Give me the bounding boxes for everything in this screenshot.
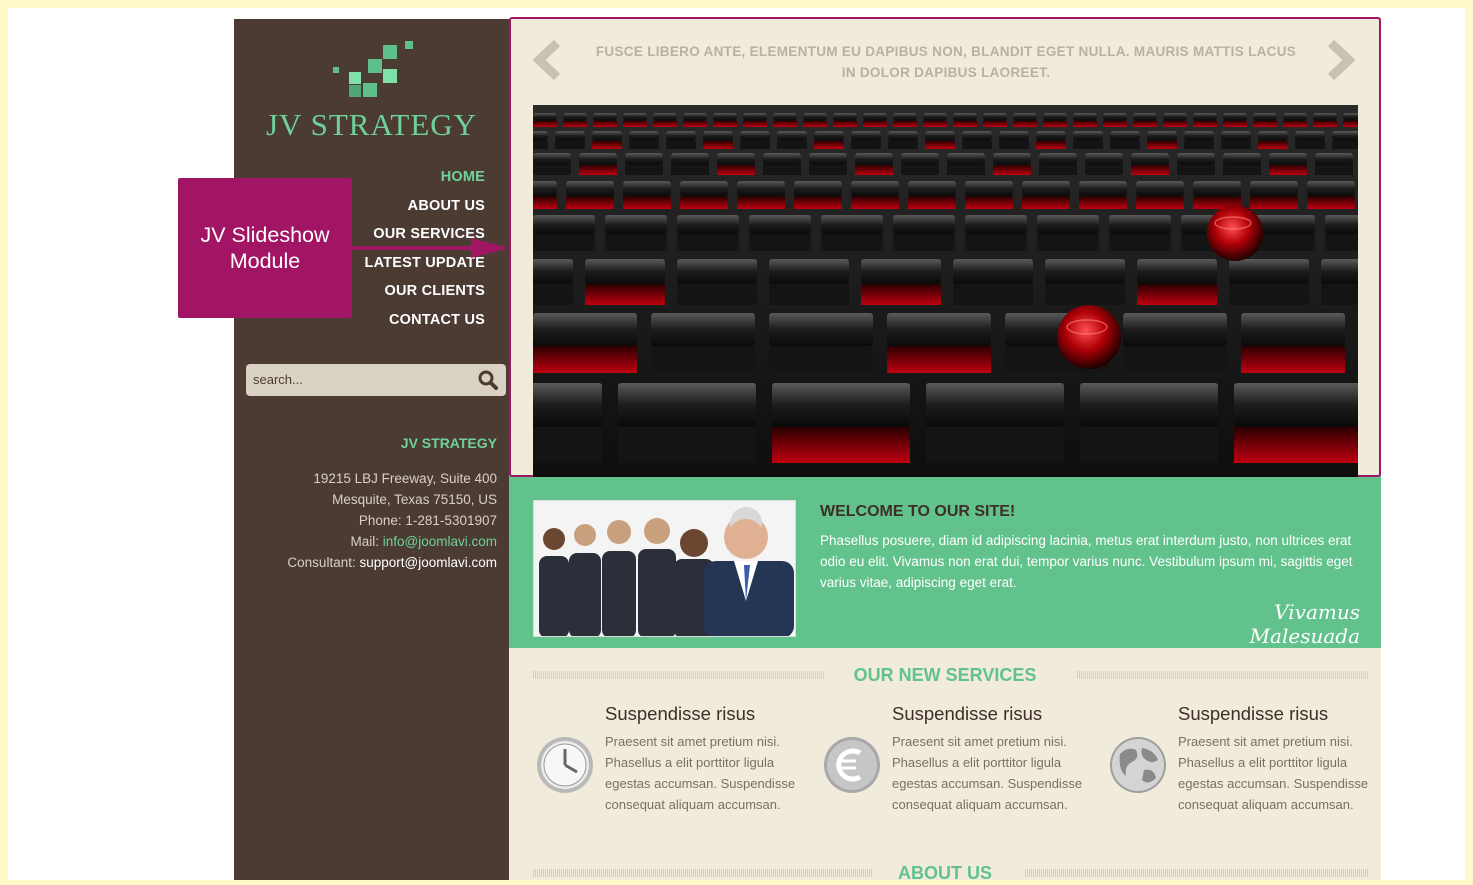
brand-logo-text[interactable]: JV STRATEGY [234, 107, 509, 143]
service-card: Suspendisse risus Praesent sit amet pret… [1106, 703, 1376, 843]
welcome-text: Phasellus posuere, diam id adipiscing la… [820, 533, 1353, 590]
logo-mark-icon[interactable] [331, 39, 415, 99]
contact-address-line-2: Mesquite, Texas 75150, US [332, 492, 497, 507]
service-title: Suspendisse risus [892, 703, 1043, 724]
team-photo [533, 500, 796, 637]
contact-phone: Phone: 1-281-5301907 [287, 510, 497, 531]
consultant-label: Consultant: [287, 555, 356, 570]
mail-label: Mail: [350, 534, 379, 549]
service-text: Praesent sit amet pretium nisi. Phasellu… [605, 734, 796, 812]
service-text: Praesent sit amet pretium nisi. Phasellu… [892, 734, 1083, 812]
heading-divider-right [1025, 869, 1369, 877]
service-title: Suspendisse risus [605, 703, 756, 724]
service-card: Suspendisse risus Praesent sit amet pret… [533, 703, 803, 843]
about-heading: ABOUT US [509, 861, 1381, 885]
contact-mail: Mail: info@joomlavi.com [287, 531, 497, 552]
nav-item-contact-us[interactable]: CONTACT US [365, 306, 485, 335]
callout-text: JV Slideshow Module [200, 223, 330, 273]
chevron-right-icon[interactable] [1323, 39, 1357, 81]
nav-item-home[interactable]: HOME [365, 163, 485, 192]
arrow-right-icon [351, 238, 509, 258]
search-placeholder: search... [253, 372, 303, 387]
clock-icon [537, 737, 593, 793]
search-input[interactable]: search... [246, 364, 506, 396]
mail-link[interactable]: info@joomlavi.com [383, 534, 497, 549]
annotation-callout: JV Slideshow Module [178, 178, 352, 318]
contact-title: JV STRATEGY [400, 435, 497, 451]
contact-address-line-1: 19215 LBJ Freeway, Suite 400 [313, 471, 497, 486]
phone-label: Phone: [358, 513, 402, 528]
welcome-title: WELCOME TO OUR SITE! [820, 503, 1016, 520]
slide-image[interactable] [533, 105, 1358, 477]
services-heading: OUR NEW SERVICES [509, 663, 1381, 687]
nav-item-our-clients[interactable]: OUR CLIENTS [365, 277, 485, 306]
welcome-signature: Vivamus Malesuada [1249, 600, 1360, 648]
service-card: Suspendisse risus Praesent sit amet pret… [820, 703, 1090, 843]
globe-icon [1110, 737, 1166, 793]
contact-consultant: Consultant: support@joomlavi.com [287, 552, 497, 573]
search-icon[interactable] [478, 370, 498, 390]
contact-info: JV STRATEGY 19215 LBJ Freeway, Suite 400… [287, 433, 497, 573]
euro-icon [824, 737, 880, 793]
consultant-link[interactable]: support@joomlavi.com [359, 555, 497, 570]
slide-caption: FUSCE LIBERO ANTE, ELEMENTUM EU DAPIBUS … [595, 44, 1297, 80]
nav-item-about-us[interactable]: ABOUT US [365, 192, 485, 221]
phone-value: 1-281-5301907 [405, 513, 497, 528]
slideshow-module: FUSCE LIBERO ANTE, ELEMENTUM EU DAPIBUS … [509, 17, 1381, 477]
service-title: Suspendisse risus [1178, 703, 1329, 724]
chevron-left-icon[interactable] [531, 39, 565, 81]
slide-cubes-image [533, 105, 1358, 477]
sidebar: JV STRATEGY HOME ABOUT US OUR SERVICES L… [234, 19, 509, 880]
service-text: Praesent sit amet pretium nisi. Phasellu… [1178, 734, 1369, 812]
team-photo-image [534, 501, 795, 636]
heading-divider-right [1077, 671, 1369, 679]
